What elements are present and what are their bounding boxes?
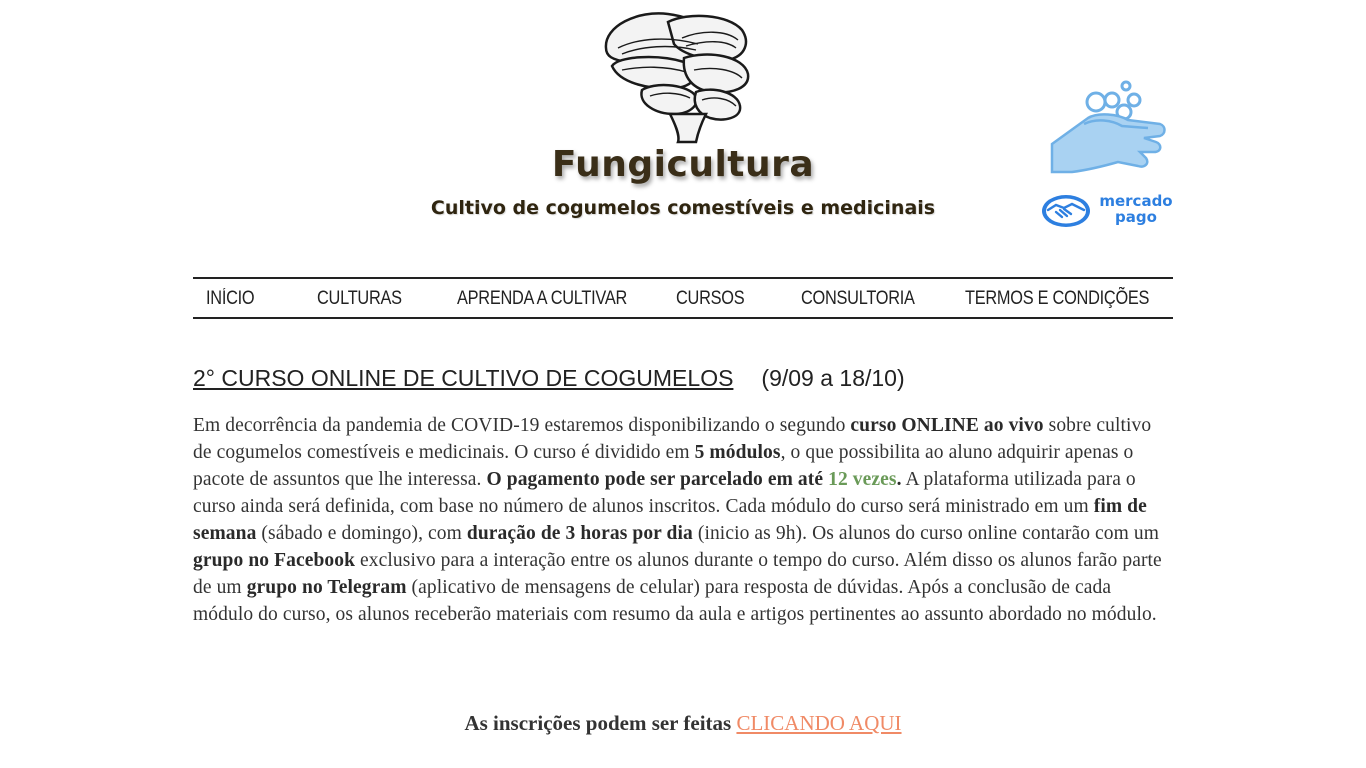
signup-text: As inscrições podem ser feitas — [464, 711, 737, 735]
intro-bold-telegram: grupo no Telegram — [246, 577, 407, 598]
intro-bold-facebook: grupo no Facebook — [193, 550, 356, 571]
mercado-pago-line2: pago — [1115, 208, 1157, 226]
intro-text: (sábado e domingo), com — [256, 523, 467, 544]
signup-line: As inscrições podem ser feitas CLICANDO … — [0, 711, 1366, 736]
nav-item-culturas[interactable]: CULTURAS — [317, 288, 402, 310]
mushroom-cluster-icon — [604, 12, 750, 144]
hand-washing-icon — [1050, 80, 1166, 174]
nav-item-inicio[interactable]: INÍCIO — [206, 288, 255, 310]
mercado-pago-line1: mercado — [1099, 192, 1173, 210]
intro-bold-live-course: curso ONLINE ao vivo — [850, 415, 1044, 436]
intro-bold-modules: 5 módulos — [694, 442, 781, 463]
intro-bold-duration: duração de 3 horas por dia — [466, 523, 693, 544]
course-title: 2° CURSO ONLINE DE CULTIVO DE COGUMELOS — [193, 365, 734, 391]
nav-item-cursos[interactable]: CURSOS — [676, 288, 745, 310]
nav-item-termos-e-condicoes[interactable]: TERMOS E CONDIÇÕES — [965, 288, 1149, 310]
course-dates: (9/09 a 18/10) — [761, 365, 905, 391]
intro-installments: 12 vezes — [828, 469, 897, 490]
page-heading: 2° CURSO ONLINE DE CULTIVO DE COGUMELOS (… — [193, 365, 905, 392]
nav-item-consultoria[interactable]: CONSULTORIA — [801, 288, 915, 310]
signup-link[interactable]: CLICANDO AQUI — [736, 711, 901, 735]
course-description: Em decorrência da pandemia de COVID-19 e… — [193, 412, 1173, 628]
intro-text: (inicio as 9h). Os alunos do curso onlin… — [692, 523, 1159, 544]
nav-item-aprenda-a-cultivar[interactable]: APRENDA A CULTIVAR — [457, 288, 627, 310]
mercado-pago-wordmark[interactable]: mercado pago — [1096, 193, 1176, 225]
intro-text: Em decorrência da pandemia de COVID-19 e… — [193, 415, 851, 436]
main-nav: INÍCIO CULTURAS APRENDA A CULTIVAR CURSO… — [193, 277, 1173, 319]
intro-bold-payment: O pagamento pode ser parcelado em até — [486, 469, 829, 490]
